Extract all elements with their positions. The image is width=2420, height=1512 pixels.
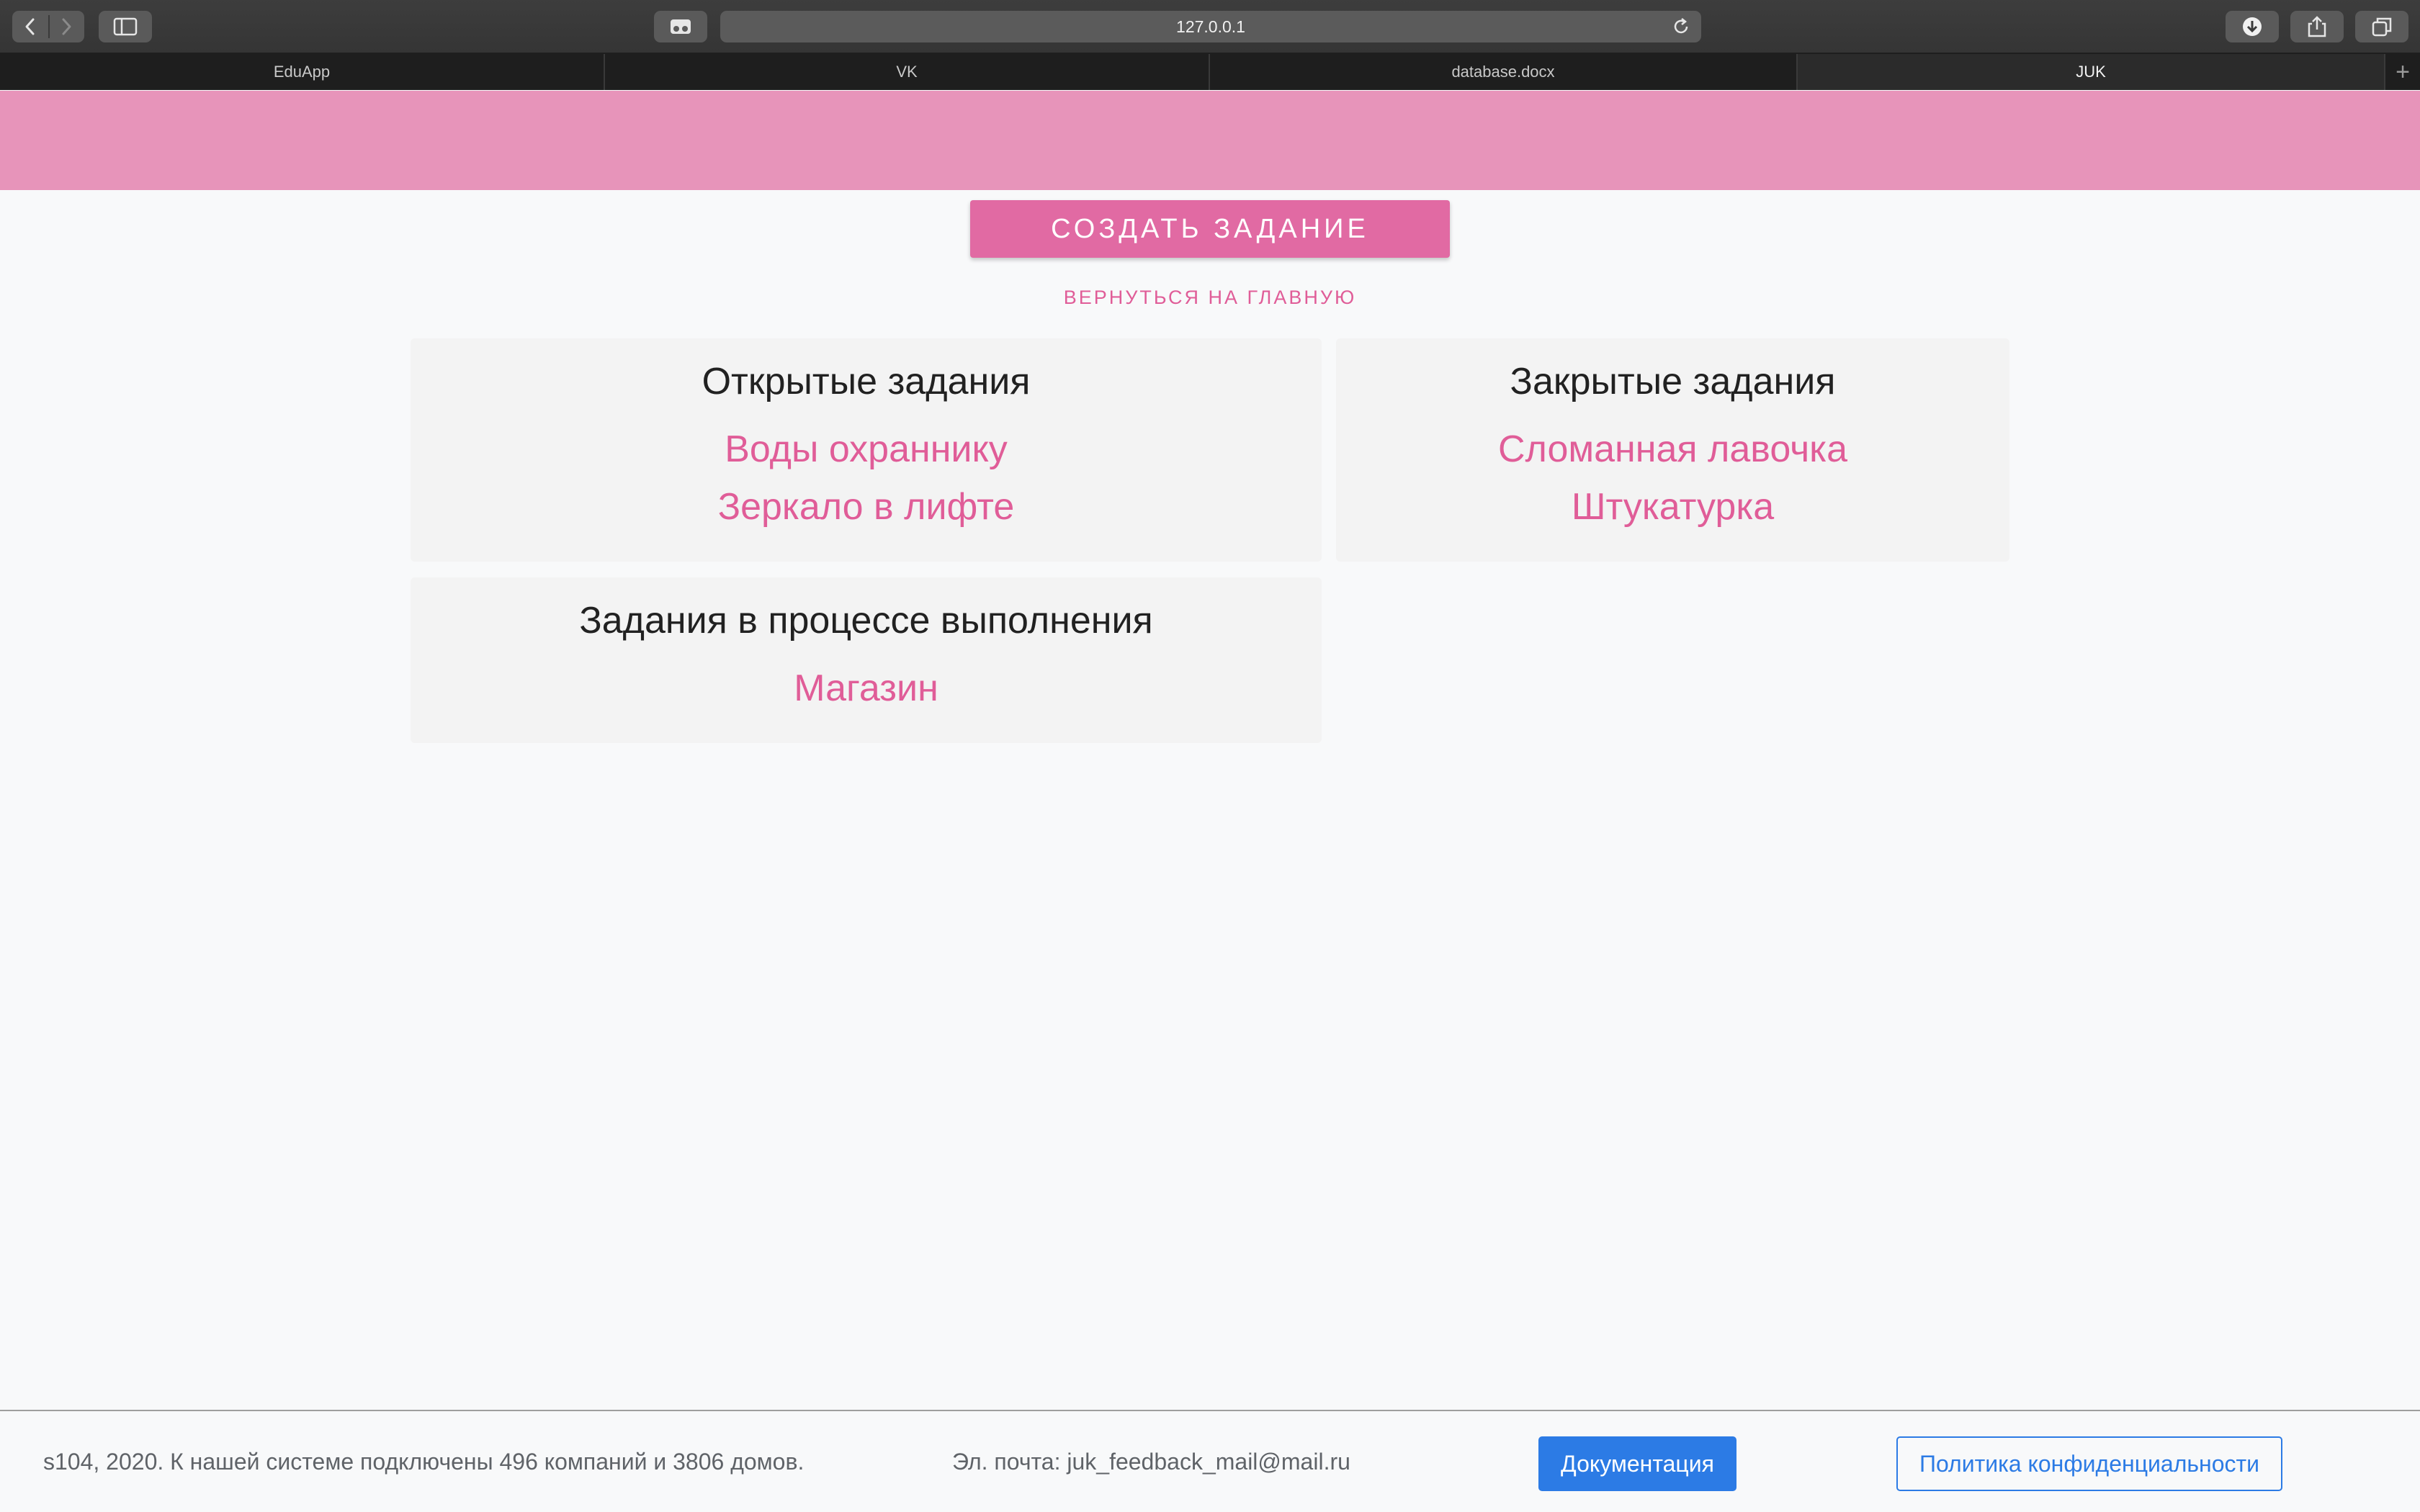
in-progress-tasks-title: Задания в процессе выполнения (579, 600, 1153, 642)
nav-buttons (12, 11, 84, 42)
footer-copyright: s104, 2020. К нашей системе подключены 4… (43, 1449, 805, 1475)
sidebar-button[interactable] (99, 11, 152, 42)
tab-label: EduApp (273, 63, 331, 81)
task-link[interactable]: Воды охраннику (411, 420, 1322, 478)
new-tab-icon: + (2396, 58, 2410, 86)
reload-button[interactable] (1671, 17, 1691, 37)
browser-toolbar: 127.0.0.1 (0, 0, 2420, 54)
closed-tasks-card: Закрытые задания Сломанная лавочка Штука… (1336, 338, 2009, 562)
url-text: 127.0.0.1 (1176, 17, 1245, 36)
new-tab-button[interactable]: + (2385, 54, 2420, 90)
page-footer: s104, 2020. К нашей системе подключены 4… (0, 1410, 2420, 1512)
create-task-button[interactable]: СОЗДАТЬ ЗАДАНИЕ (970, 200, 1450, 258)
task-link[interactable]: Штукатурка (1336, 478, 2009, 536)
task-link[interactable]: Сломанная лавочка (1336, 420, 2009, 478)
open-tasks-list: Воды охраннику Зеркало в лифте (411, 420, 1322, 536)
in-progress-tasks-list: Магазин (411, 660, 1322, 717)
in-progress-tasks-card: Задания в процессе выполнения Магазин (411, 577, 1322, 743)
tab-vk[interactable]: VK (605, 54, 1210, 90)
footer-email: Эл. почта: juk_feedback_mail@mail.ru (952, 1449, 1350, 1475)
tab-database-docx[interactable]: database.docx (1210, 54, 1798, 90)
tab-label: database.docx (1451, 63, 1555, 81)
back-icon (25, 18, 35, 35)
address-bar[interactable]: 127.0.0.1 (720, 11, 1701, 42)
reader-button[interactable] (654, 11, 707, 42)
share-icon (2308, 16, 2326, 37)
tab-juk[interactable]: JUK (1798, 54, 2385, 90)
tab-label: JUK (2076, 63, 2106, 81)
reader-icon (671, 19, 691, 34)
download-icon (2243, 17, 2262, 36)
tab-bar: EduApp VK database.docx JUK + (0, 54, 2420, 90)
download-button[interactable] (2226, 11, 2279, 42)
forward-icon (62, 18, 71, 35)
documentation-button[interactable]: Документация (1538, 1436, 1736, 1491)
open-tasks-card: Открытые задания Воды охраннику Зеркало … (411, 338, 1322, 562)
reload-icon (1674, 18, 1688, 34)
closed-tasks-title: Закрытые задания (1510, 361, 1836, 402)
task-link[interactable]: Магазин (411, 660, 1322, 717)
tab-eduapp[interactable]: EduApp (0, 54, 605, 90)
back-button[interactable] (12, 11, 48, 42)
privacy-policy-button[interactable]: Политика конфиденциальности (1896, 1436, 2282, 1491)
forward-button[interactable] (48, 11, 84, 42)
back-to-main-link[interactable]: ВЕРНУТЬСЯ НА ГЛАВНУЮ (936, 283, 1484, 312)
sidebar-icon (113, 17, 138, 36)
share-button[interactable] (2290, 11, 2344, 42)
tab-label: VK (896, 63, 918, 81)
open-tasks-title: Открытые задания (702, 361, 1031, 402)
tabs-icon (2372, 17, 2392, 37)
task-link[interactable]: Зеркало в лифте (411, 478, 1322, 536)
tabs-overview-button[interactable] (2355, 11, 2408, 42)
page-header (0, 91, 2420, 190)
closed-tasks-list: Сломанная лавочка Штукатурка (1336, 420, 2009, 536)
